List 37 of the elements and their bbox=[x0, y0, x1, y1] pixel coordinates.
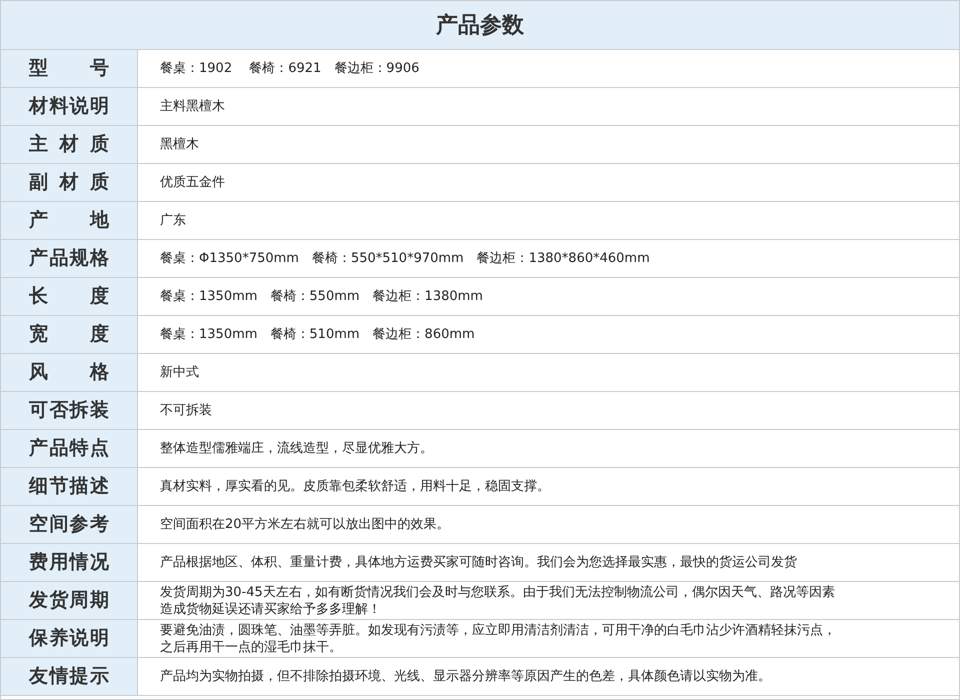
row-label: 长 度 bbox=[29, 284, 109, 310]
row-label: 保养说明 bbox=[29, 626, 109, 652]
row-label: 发货周期 bbox=[29, 588, 109, 614]
row-value-line: 之后再用干一点的湿毛巾抹干。 bbox=[160, 638, 342, 656]
row-value: 产品均为实物拍摄，但不排除拍摄环境、光线、显示器分辨率等原因产生的色差，具体颜色请以实物为准。 bbox=[160, 668, 771, 685]
row-label: 产品特点 bbox=[29, 436, 109, 462]
row-label: 主 材 质 bbox=[29, 132, 109, 158]
row-label: 产 地 bbox=[29, 208, 109, 234]
row-value: 整体造型儒雅端庄，流线造型，尽显优雅大方。 bbox=[160, 440, 433, 457]
row-value: 黑檀木 bbox=[160, 136, 199, 153]
row-value: 餐桌：Φ1350*750mm 餐椅：550*510*970mm 餐边柜：1380*860*460mm bbox=[160, 250, 650, 267]
row-label: 风 格 bbox=[29, 360, 109, 386]
row-label: 产品规格 bbox=[29, 246, 109, 272]
row-value-line: 发货周期为30-45天左右，如有断货情况我们会及时与您联系。由于我们无法控制物流公司，偶尔因天气、路况等因素 bbox=[160, 584, 835, 600]
row-label: 友情提示 bbox=[29, 664, 109, 690]
row-value: 餐桌：1350mm 餐椅：510mm 餐边柜：860mm bbox=[160, 326, 475, 343]
row-value-line: 要避免油渍，圆珠笔、油墨等弄脏。如发现有污渍等，应立即用清洁剂清洁，可用干净的白毛巾沾少许酒精轻抹污点， bbox=[160, 622, 836, 638]
row-label: 宽 度 bbox=[29, 322, 109, 348]
row-label: 材料说明 bbox=[29, 94, 109, 120]
row-value-line: 造成货物延误还请买家给予多多理解！ bbox=[160, 600, 381, 618]
row-label: 空间参考 bbox=[29, 512, 109, 538]
row-label: 型 号 bbox=[29, 56, 109, 82]
row-value: 产品根据地区、体积、重量计费，具体地方运费买家可随时咨询。我们会为您选择最实惠，最快的货运公司发货 bbox=[160, 554, 797, 571]
table-title: 产品参数 bbox=[436, 12, 524, 40]
row-value: 真材实料，厚实看的见。皮质靠包柔软舒适，用料十足，稳固支撑。 bbox=[160, 478, 550, 495]
row-value: 优质五金件 bbox=[160, 174, 225, 191]
row-value: 空间面积在20平方米左右就可以放出图中的效果。 bbox=[160, 516, 450, 533]
row-value: 餐桌：1350mm 餐椅：550mm 餐边柜：1380mm bbox=[160, 288, 483, 305]
row-label: 细节描述 bbox=[29, 474, 109, 500]
row-label: 副 材 质 bbox=[29, 170, 109, 196]
row-label: 费用情况 bbox=[29, 550, 109, 576]
row-value: 主料黑檀木 bbox=[160, 98, 225, 115]
row-value: 新中式 bbox=[160, 364, 199, 381]
row-value: 不可拆装 bbox=[160, 402, 212, 419]
row-label: 可否拆装 bbox=[29, 398, 109, 424]
row-value: 广东 bbox=[160, 212, 186, 229]
row-value: 餐桌：1902 餐椅：6921 餐边柜：9906 bbox=[160, 60, 420, 77]
